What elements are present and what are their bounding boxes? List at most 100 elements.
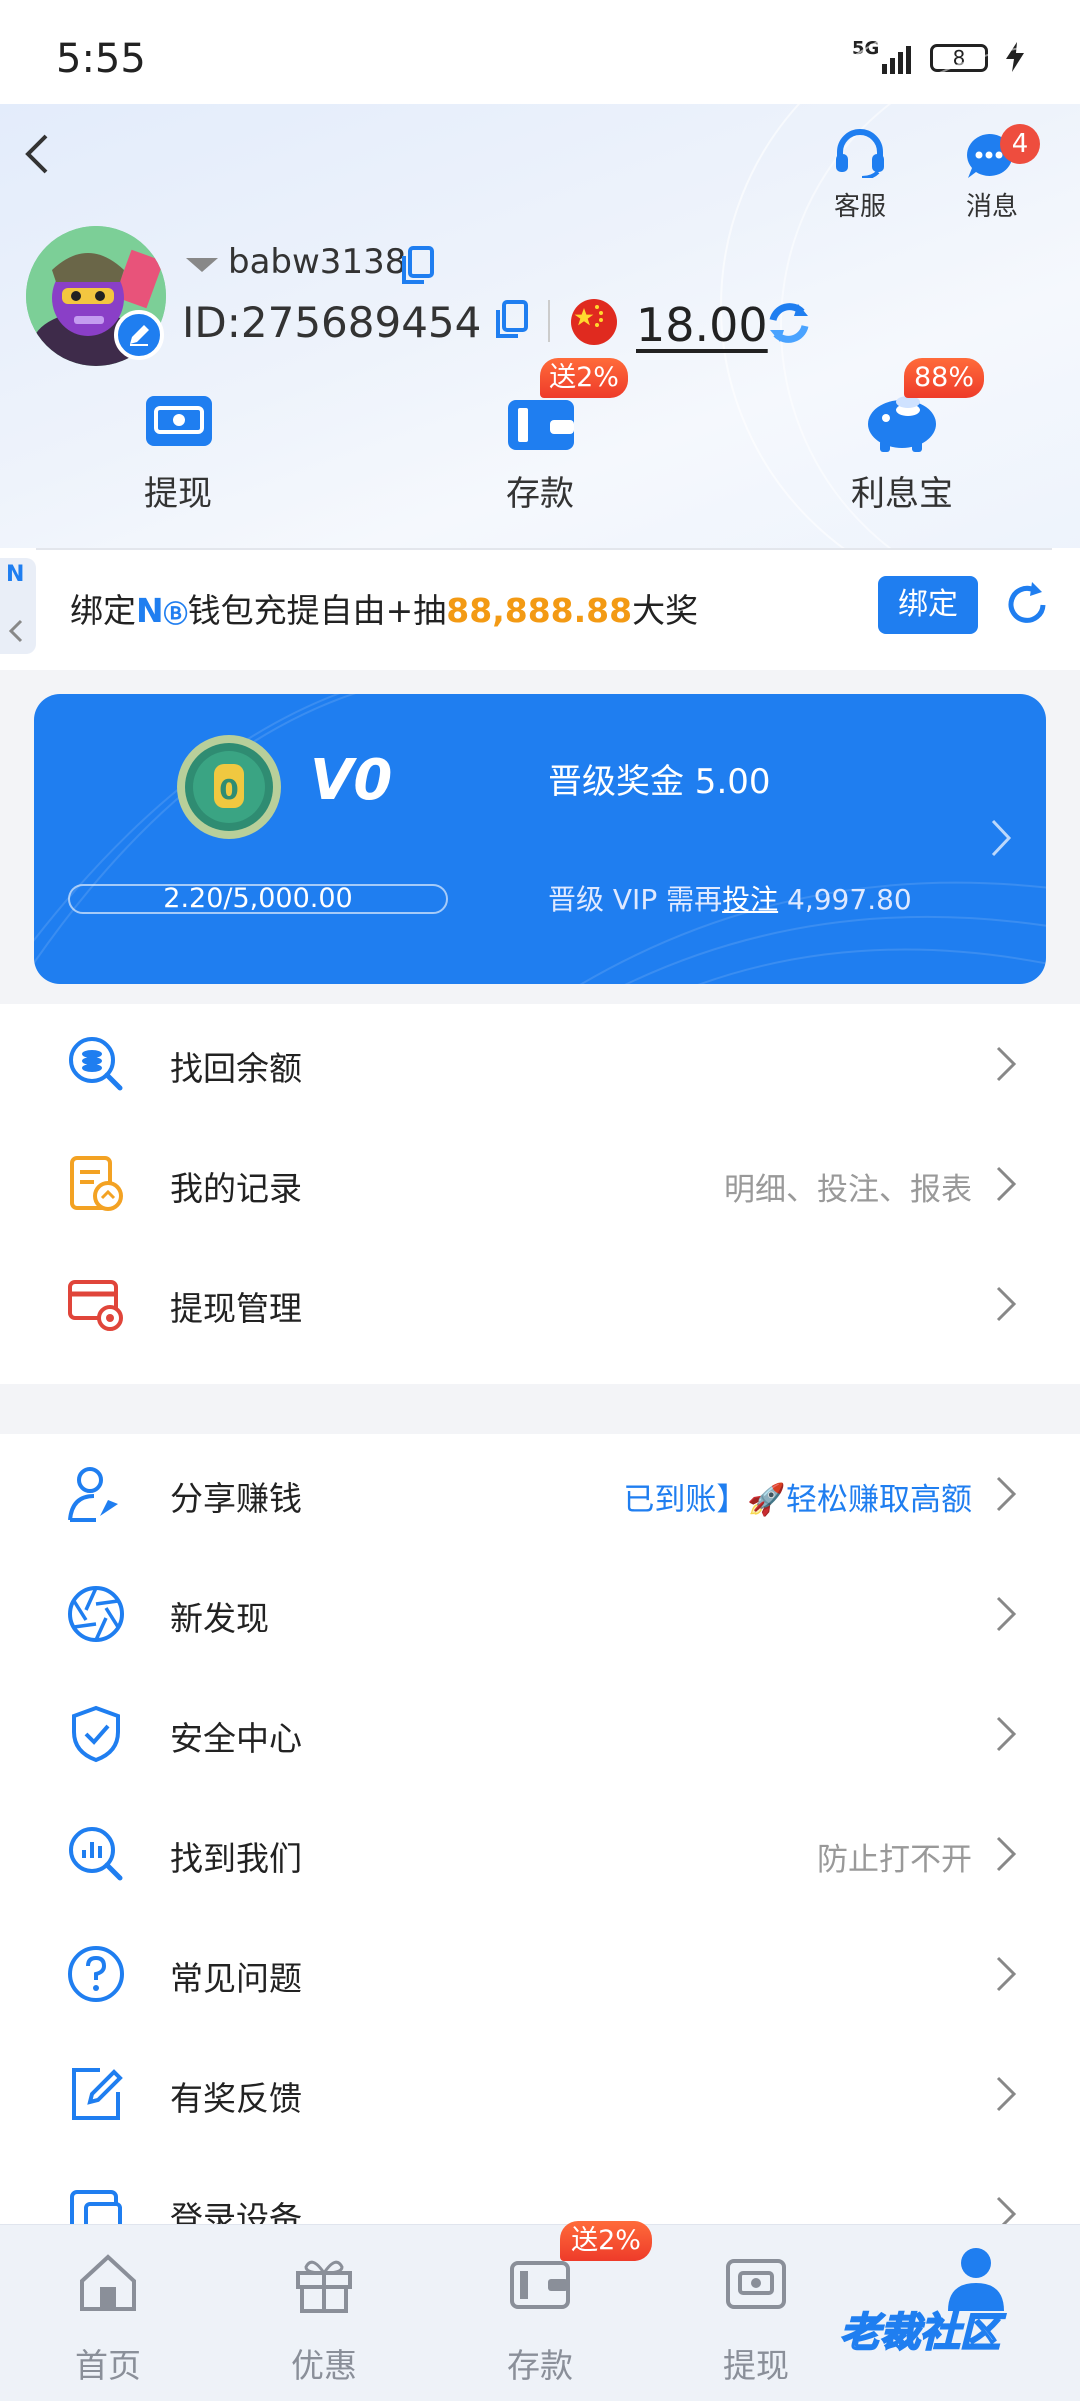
menu-item-security[interactable]: 安全中心	[0, 1674, 1080, 1794]
card-settings-icon	[66, 1274, 126, 1334]
quick-deposit[interactable]: 送2% 存款	[440, 358, 640, 514]
copy-icon	[402, 246, 434, 284]
chevron-right-icon	[994, 2074, 1018, 2114]
copy-id-button[interactable]	[494, 300, 530, 340]
deposit-promo-badge: 送2%	[540, 358, 628, 398]
menu-item-recover-balance[interactable]: 找回余额	[0, 1004, 1080, 1124]
nav-home[interactable]: 首页	[0, 2225, 216, 2401]
question-icon	[66, 1944, 126, 2004]
chevron-right-icon	[994, 1164, 1018, 1204]
quick-interest[interactable]: 88% 利息宝	[802, 358, 1002, 514]
refresh-balance-button[interactable]	[764, 298, 814, 348]
messages-button[interactable]: 4 消息	[952, 124, 1040, 234]
chevron-right-icon	[994, 1284, 1018, 1324]
withdraw-icon	[144, 392, 214, 450]
vip-diamond-icon	[186, 254, 218, 274]
divider	[548, 300, 550, 342]
menu-label: 我的记录	[170, 1169, 302, 1208]
quick-withdraw[interactable]: 提现	[78, 384, 278, 514]
deposit-promo-badge: 送2%	[560, 2221, 652, 2261]
quick-label: 利息宝	[851, 474, 953, 514]
nav-deposit[interactable]: 送2% 存款	[432, 2221, 652, 2401]
pencil-icon	[130, 325, 149, 346]
bind-button[interactable]: 绑定	[878, 576, 978, 634]
user-id: ID:275689454	[182, 298, 482, 347]
quick-label: 提现	[144, 474, 212, 514]
menu-label: 找到我们	[170, 1839, 302, 1878]
menu-item-share-earn[interactable]: 分享赚钱 已到账】🚀轻松赚取高额	[0, 1434, 1080, 1554]
edit-icon	[66, 2064, 126, 2124]
chevron-left-icon	[8, 618, 24, 644]
menu-item-my-records[interactable]: 我的记录 明细、投注、报表	[0, 1124, 1080, 1244]
home-icon	[76, 2251, 140, 2315]
menu-item-find-us[interactable]: 找到我们 防止打不开	[0, 1794, 1080, 1914]
chevron-right-icon	[994, 1834, 1018, 1874]
share-user-icon	[66, 1464, 126, 1524]
back-button[interactable]	[20, 130, 56, 178]
balance-amount[interactable]: 18.00	[636, 298, 768, 352]
menu-label: 新发现	[170, 1599, 269, 1638]
refresh-banner-button[interactable]	[1002, 580, 1052, 630]
messages-label: 消息	[965, 192, 1018, 222]
copy-username-button[interactable]	[400, 246, 436, 286]
refresh-icon	[1008, 582, 1046, 623]
menu-label: 登录设备	[170, 2199, 302, 2224]
vip-level-badge-icon: 0	[174, 732, 284, 842]
nav-label: 首页	[75, 2346, 141, 2385]
chevron-right-icon	[994, 1594, 1018, 1634]
menu-group-account: 找回余额 我的记录 明细、投注、报表 提现管理	[0, 1004, 1080, 1384]
edit-avatar-button[interactable]	[114, 310, 164, 360]
watermark: 老裁社区	[839, 2309, 1001, 2357]
menu-group-services: 分享赚钱 已到账】🚀轻松赚取高额 新发现 安全中心 找到我们 防止打不开 常见问…	[0, 1434, 1080, 2224]
chevron-left-icon	[25, 134, 48, 174]
status-time: 5:55	[56, 36, 146, 82]
chevron-right-icon	[990, 818, 1012, 858]
menu-hint: 防止打不开	[817, 1842, 972, 1878]
service-label: 客服	[833, 192, 886, 222]
copy-icon	[496, 300, 528, 338]
menu-item-login-devices[interactable]: 登录设备	[0, 2154, 1080, 2224]
menu-item-feedback[interactable]: 有奖反馈	[0, 2034, 1080, 2154]
china-flag-icon	[570, 298, 618, 346]
menu-label: 找回余额	[170, 1049, 302, 1088]
menu-label: 常见问题	[170, 1959, 302, 1998]
search-chart-icon	[66, 1824, 126, 1884]
side-drawer-tab[interactable]: N	[0, 558, 36, 654]
headset-icon	[832, 128, 888, 178]
nav-withdraw[interactable]: 提现	[648, 2225, 864, 2401]
menu-label: 提现管理	[170, 1289, 302, 1328]
withdraw-icon	[724, 2251, 788, 2315]
gift-icon	[292, 2251, 356, 2315]
menu-item-withdraw-management[interactable]: 提现管理	[0, 1244, 1080, 1364]
aperture-icon	[66, 1584, 126, 1644]
deposit-wallet-icon	[506, 392, 576, 452]
menu-item-discover[interactable]: 新发现	[0, 1554, 1080, 1674]
records-icon	[66, 1154, 126, 1214]
quick-label: 存款	[506, 474, 574, 514]
vip-requirement: 晋级 VIP 需再投注 4,997.80	[548, 883, 912, 916]
interest-promo-badge: 88%	[904, 358, 984, 398]
nb-logo-icon: N	[6, 562, 25, 587]
nav-label: 提现	[723, 2346, 789, 2385]
device-icon	[66, 2184, 126, 2224]
menu-hint: 明细、投注、报表	[724, 1172, 972, 1208]
nav-label: 存款	[507, 2346, 573, 2385]
customer-service-button[interactable]: 客服	[820, 124, 900, 234]
banner-text: 绑定NⒷ钱包充提自由+抽88,888.88大奖	[70, 591, 699, 630]
vip-badge-level: 0	[219, 773, 238, 806]
bind-wallet-banner: 绑定NⒷ钱包充提自由+抽88,888.88大奖 绑定	[0, 548, 1080, 670]
vip-level: V0	[310, 748, 393, 813]
chevron-right-icon	[994, 1044, 1018, 1084]
chevron-right-icon	[994, 1474, 1018, 1514]
nav-promotions[interactable]: 优惠	[216, 2225, 432, 2401]
vip-progress-text: 2.20/5,000.00	[163, 883, 353, 914]
vip-card[interactable]: 0 V0 晋级奖金 5.00 2.20/5,000.00 晋级 VIP 需再投注…	[34, 694, 1046, 984]
chevron-right-icon	[994, 2194, 1018, 2224]
vip-progress-bar: 2.20/5,000.00	[68, 884, 448, 914]
shield-check-icon	[66, 1704, 126, 1764]
search-coin-icon	[66, 1034, 126, 1094]
nav-label: 优惠	[291, 2346, 357, 2385]
bet-link[interactable]: 投注	[722, 883, 778, 916]
menu-item-faq[interactable]: 常见问题	[0, 1914, 1080, 2034]
menu-label: 安全中心	[170, 1719, 302, 1758]
